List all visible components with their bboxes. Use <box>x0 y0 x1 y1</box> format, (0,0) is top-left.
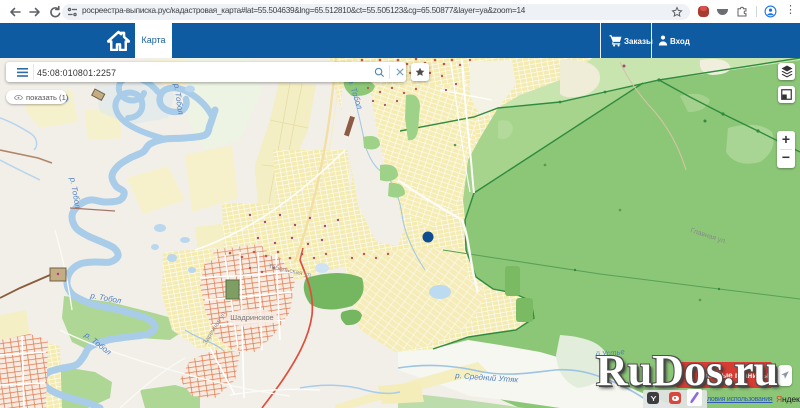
svg-text:Шадринское: Шадринское <box>230 313 273 322</box>
svg-text:р. Тобол: р. Тобол <box>172 82 185 116</box>
svg-text:р. Средний Утяк: р. Средний Утяк <box>454 371 520 385</box>
svg-text:р. Тобол: р. Тобол <box>82 330 113 357</box>
svg-text:р. Тобол: р. Тобол <box>68 176 83 210</box>
svg-text:Главная ул.: Главная ул. <box>689 227 727 245</box>
svg-text:р. Тобол: р. Тобол <box>89 291 123 306</box>
